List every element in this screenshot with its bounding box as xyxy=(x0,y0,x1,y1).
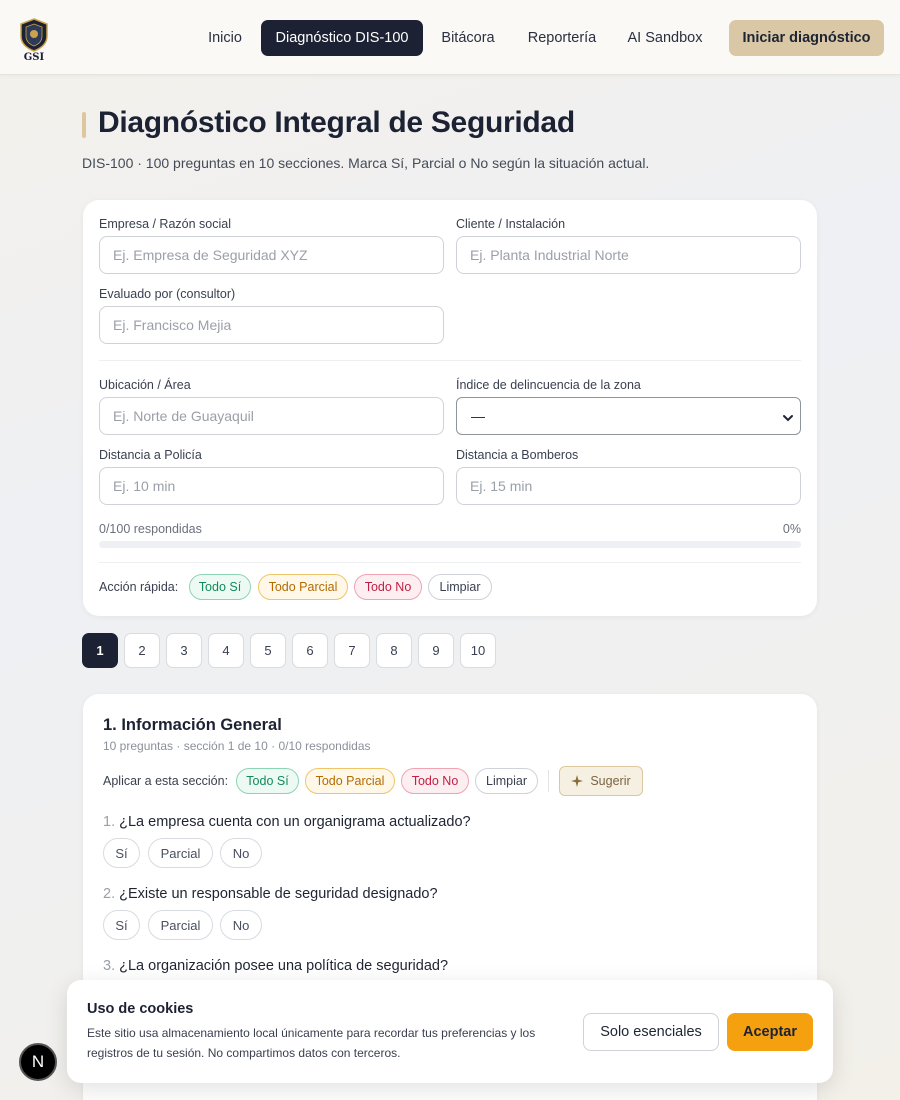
section-page-9[interactable]: 9 xyxy=(418,633,454,668)
question-1-number: 1. xyxy=(103,814,116,830)
nav-inicio[interactable]: Inicio xyxy=(196,20,254,56)
question-2-text: ¿Existe un responsable de seguridad desi… xyxy=(119,886,438,902)
indice-select-value: — xyxy=(471,408,485,424)
question-1: 1. ¿La empresa cuenta con un organigrama… xyxy=(103,814,471,830)
chevron-down-icon xyxy=(782,411,794,427)
section-subtitle: 10 preguntas · sección 1 de 10 · 0/10 re… xyxy=(103,739,371,753)
evaluado-label: Evaluado por (consultor) xyxy=(99,287,236,301)
ubicacion-label: Ubicación / Área xyxy=(99,378,191,392)
quick-action-label: Acción rápida: xyxy=(99,580,179,594)
page-title: Diagnóstico Integral de Seguridad xyxy=(98,106,575,139)
cookie-text: Este sitio usa almacenamiento local únic… xyxy=(87,1026,536,1060)
gsi-logo[interactable]: GSI xyxy=(18,18,50,63)
section-all-yes-button[interactable]: Todo Sí xyxy=(236,768,299,794)
suggest-label: Sugerir xyxy=(590,774,631,788)
section-all-partial-button[interactable]: Todo Parcial xyxy=(305,768,395,794)
answered-count: 0/100 respondidas xyxy=(99,522,202,536)
section-page-1[interactable]: 1 xyxy=(82,633,118,668)
essentials-only-button[interactable]: Solo esenciales xyxy=(583,1013,719,1051)
section-page-7[interactable]: 7 xyxy=(334,633,370,668)
question-3-number: 3. xyxy=(103,958,116,974)
q1-answer-si[interactable]: Sí xyxy=(103,838,140,868)
nav-bitacora[interactable]: Bitácora xyxy=(430,20,506,56)
quick-all-partial-button[interactable]: Todo Parcial xyxy=(258,574,348,600)
policia-label: Distancia a Policía xyxy=(99,448,202,462)
page-subtitle: DIS-100 · 100 preguntas en 10 secciones.… xyxy=(82,155,650,171)
nav-diagnostico[interactable]: Diagnóstico DIS-100 xyxy=(261,20,423,56)
indice-select[interactable]: — xyxy=(456,397,801,435)
section-page-2[interactable]: 2 xyxy=(124,633,160,668)
question-3: 3. ¿La organización posee una política d… xyxy=(103,958,448,974)
indice-label: Índice de delincuencia de la zona xyxy=(456,378,641,392)
section-page-5[interactable]: 5 xyxy=(250,633,286,668)
title-accent-bar xyxy=(82,112,86,138)
policia-input[interactable]: Ej. 10 min xyxy=(99,467,444,505)
progress-percent: 0% xyxy=(782,522,801,536)
cliente-label: Cliente / Instalación xyxy=(456,217,566,231)
section-page-8[interactable]: 8 xyxy=(376,633,412,668)
start-diagnostic-button[interactable]: Iniciar diagnóstico xyxy=(729,20,884,56)
q2-answer-no[interactable]: No xyxy=(220,910,262,940)
question-3-text: ¿La organización posee una política de s… xyxy=(119,958,449,974)
empresa-label: Empresa / Razón social xyxy=(99,217,232,231)
bomberos-input[interactable]: Ej. 15 min xyxy=(456,467,801,505)
question-1-text: ¿La empresa cuenta con un organigrama ac… xyxy=(119,814,471,830)
section-page-6[interactable]: 6 xyxy=(292,633,328,668)
section-title: 1. Información General xyxy=(103,716,282,734)
section-page-4[interactable]: 4 xyxy=(208,633,244,668)
form-divider xyxy=(99,360,801,361)
section-page-3[interactable]: 3 xyxy=(166,633,202,668)
q2-answer-si[interactable]: Sí xyxy=(103,910,140,940)
sparkle-icon xyxy=(571,775,584,787)
section-page-10[interactable]: 10 xyxy=(460,633,496,668)
nav-ai-sandbox[interactable]: AI Sandbox xyxy=(617,20,713,56)
quick-clear-button[interactable]: Limpiar xyxy=(428,574,492,600)
bomberos-label: Distancia a Bomberos xyxy=(456,448,579,462)
quick-action-divider xyxy=(99,562,801,563)
question-2: 2. ¿Existe un responsable de seguridad d… xyxy=(103,886,438,902)
evaluado-input[interactable]: Ej. Francisco Mejia xyxy=(99,306,444,344)
cookie-title: Uso de cookies xyxy=(87,1001,194,1017)
section-clear-button[interactable]: Limpiar xyxy=(475,768,538,794)
section-action-divider xyxy=(548,770,549,792)
dev-tools-badge[interactable]: N xyxy=(19,1043,57,1081)
quick-all-yes-button[interactable]: Todo Sí xyxy=(189,574,251,600)
accept-cookies-button[interactable]: Aceptar xyxy=(727,1013,813,1051)
q2-answer-parcial[interactable]: Parcial xyxy=(148,910,213,940)
question-2-number: 2. xyxy=(103,886,116,902)
empresa-input[interactable]: Ej. Empresa de Seguridad XYZ xyxy=(99,236,444,274)
nav-reporteria[interactable]: Reportería xyxy=(515,20,609,56)
suggest-button[interactable]: Sugerir xyxy=(559,766,643,796)
section-apply-label: Aplicar a esta sección: xyxy=(103,774,229,788)
q1-answer-parcial[interactable]: Parcial xyxy=(148,838,213,868)
top-navigation-bar: GSI Inicio Diagnóstico DIS-100 Bitácora … xyxy=(0,0,900,75)
section-all-no-button[interactable]: Todo No xyxy=(401,768,469,794)
cliente-input[interactable]: Ej. Planta Industrial Norte xyxy=(456,236,801,274)
ubicacion-input[interactable]: Ej. Norte de Guayaquil xyxy=(99,397,444,435)
q1-answer-no[interactable]: No xyxy=(220,838,262,868)
cookie-banner: Uso de cookies Este sitio usa almacenami… xyxy=(67,980,833,1083)
progress-bar xyxy=(99,541,801,548)
quick-all-no-button[interactable]: Todo No xyxy=(354,574,422,600)
svg-text:GSI: GSI xyxy=(24,52,45,62)
